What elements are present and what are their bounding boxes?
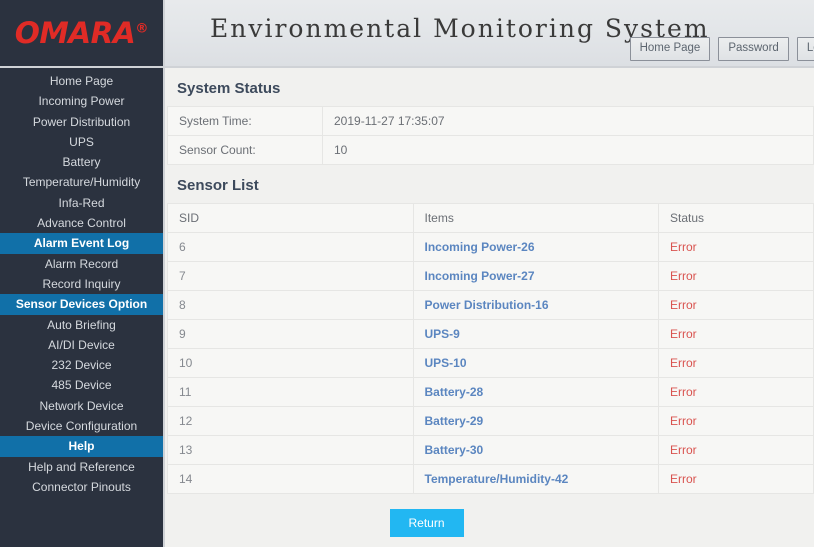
table-row: 6 Incoming Power-26 Error <box>168 233 814 262</box>
sidebar-item-ai-di-device[interactable]: AI/DI Device <box>0 335 163 355</box>
sidebar-item-help-and-reference[interactable]: Help and Reference <box>0 457 163 477</box>
sidebar-item-advance-control[interactable]: Advance Control <box>0 213 163 233</box>
sidebar-item-home-page[interactable]: Home Page <box>0 71 163 91</box>
sensor-item-link[interactable]: Temperature/Humidity-42 <box>425 472 569 486</box>
table-row: 7 Incoming Power-27 Error <box>168 262 814 291</box>
sidebar-item-sensor-devices-option[interactable]: Sensor Devices Option <box>0 294 163 314</box>
sensor-item-cell: Power Distribution-16 <box>413 291 659 320</box>
sensor-sid: 13 <box>168 436 414 465</box>
column-header-status: Status <box>659 204 814 233</box>
sidebar-item-232-device[interactable]: 232 Device <box>0 355 163 375</box>
sensor-item-cell: Battery-28 <box>413 378 659 407</box>
status-row-value: 10 <box>323 136 814 165</box>
password-button[interactable]: Password <box>718 37 789 61</box>
sensor-item-link[interactable]: Incoming Power-27 <box>425 269 535 283</box>
sensor-item-cell: Battery-29 <box>413 407 659 436</box>
sensor-item-link[interactable]: Battery-28 <box>425 385 484 399</box>
sensor-item-link[interactable]: Battery-29 <box>425 414 484 428</box>
sensor-sid: 8 <box>168 291 414 320</box>
sidebar-item-network-device[interactable]: Network Device <box>0 396 163 416</box>
column-header-sid: SID <box>168 204 414 233</box>
sidebar-item-power-distribution[interactable]: Power Distribution <box>0 112 163 132</box>
sensor-sid: 12 <box>168 407 414 436</box>
brand-name: OMARA <box>15 16 136 50</box>
status-row: Sensor Count:10 <box>168 136 814 165</box>
brand-logo: OMARA® <box>0 0 165 68</box>
sidebar-item-help[interactable]: Help <box>0 436 163 456</box>
header-button-group: Home Page Password Logout <box>630 37 814 61</box>
sensor-list-title: Sensor List <box>167 165 814 203</box>
status-row-value: 2019-11-27 17:35:07 <box>323 107 814 136</box>
sidebar-item-incoming-power[interactable]: Incoming Power <box>0 91 163 111</box>
status-row-label: System Time: <box>168 107 323 136</box>
sidebar-item-infa-red[interactable]: Infa-Red <box>0 193 163 213</box>
sensor-sid: 9 <box>168 320 414 349</box>
table-row: 9 UPS-9 Error <box>168 320 814 349</box>
sensor-sid: 7 <box>168 262 414 291</box>
status-badge: Error <box>659 320 814 349</box>
sidebar-item-temperature-humidity[interactable]: Temperature/Humidity <box>0 172 163 192</box>
status-badge: Error <box>659 233 814 262</box>
return-button[interactable]: Return <box>390 509 464 537</box>
sidebar-item-record-inquiry[interactable]: Record Inquiry <box>0 274 163 294</box>
table-row: 14 Temperature/Humidity-42 Error <box>168 465 814 494</box>
sensor-item-link[interactable]: Incoming Power-26 <box>425 240 535 254</box>
sidebar-item-auto-briefing[interactable]: Auto Briefing <box>0 315 163 335</box>
sensor-item-cell: UPS-9 <box>413 320 659 349</box>
status-badge: Error <box>659 465 814 494</box>
sensor-item-cell: Incoming Power-27 <box>413 262 659 291</box>
table-row: 8 Power Distribution-16 Error <box>168 291 814 320</box>
sidebar-item-alarm-event-log[interactable]: Alarm Event Log <box>0 233 163 253</box>
status-row-label: Sensor Count: <box>168 136 323 165</box>
logout-button[interactable]: Logout <box>797 37 814 61</box>
status-badge: Error <box>659 436 814 465</box>
home-page-button[interactable]: Home Page <box>630 37 711 61</box>
system-status-table: System Time:2019-11-27 17:35:07Sensor Co… <box>167 106 814 165</box>
sidebar-item-485-device[interactable]: 485 Device <box>0 375 163 395</box>
sensor-item-cell: Temperature/Humidity-42 <box>413 465 659 494</box>
system-status-title: System Status <box>167 68 814 106</box>
table-row: 11 Battery-28 Error <box>168 378 814 407</box>
sensor-sid: 11 <box>168 378 414 407</box>
sidebar-item-battery[interactable]: Battery <box>0 152 163 172</box>
sensor-item-link[interactable]: UPS-10 <box>425 356 467 370</box>
status-row: System Time:2019-11-27 17:35:07 <box>168 107 814 136</box>
status-badge: Error <box>659 349 814 378</box>
main-content: System Status System Time:2019-11-27 17:… <box>167 68 814 547</box>
sensor-item-cell: UPS-10 <box>413 349 659 378</box>
page-root: OMARA® Environmental Monitoring System H… <box>0 0 814 547</box>
table-row: 12 Battery-29 Error <box>168 407 814 436</box>
status-badge: Error <box>659 378 814 407</box>
app-header: Environmental Monitoring System Home Pag… <box>165 0 814 68</box>
sidebar-nav: Home PageIncoming PowerPower Distributio… <box>0 68 165 547</box>
table-row: 13 Battery-30 Error <box>168 436 814 465</box>
sidebar-item-ups[interactable]: UPS <box>0 132 163 152</box>
sensor-sid: 6 <box>168 233 414 262</box>
status-badge: Error <box>659 407 814 436</box>
return-button-row: Return <box>167 494 814 537</box>
sidebar-item-device-configuration[interactable]: Device Configuration <box>0 416 163 436</box>
brand-logo-text: OMARA® <box>15 19 148 48</box>
sensor-item-cell: Incoming Power-26 <box>413 233 659 262</box>
sensor-item-link[interactable]: UPS-9 <box>425 327 460 341</box>
status-badge: Error <box>659 262 814 291</box>
sensor-item-link[interactable]: Battery-30 <box>425 443 484 457</box>
status-badge: Error <box>659 291 814 320</box>
table-header-row: SID Items Status <box>168 204 814 233</box>
sensor-item-cell: Battery-30 <box>413 436 659 465</box>
sensor-list-table: SID Items Status 6 Incoming Power-26 Error… <box>167 203 814 494</box>
registered-mark-icon: ® <box>135 21 148 36</box>
sensor-sid: 10 <box>168 349 414 378</box>
sidebar-item-alarm-record[interactable]: Alarm Record <box>0 254 163 274</box>
table-row: 10 UPS-10 Error <box>168 349 814 378</box>
sensor-item-link[interactable]: Power Distribution-16 <box>425 298 549 312</box>
column-header-items: Items <box>413 204 659 233</box>
sensor-sid: 14 <box>168 465 414 494</box>
sidebar-item-connector-pinouts[interactable]: Connector Pinouts <box>0 477 163 497</box>
